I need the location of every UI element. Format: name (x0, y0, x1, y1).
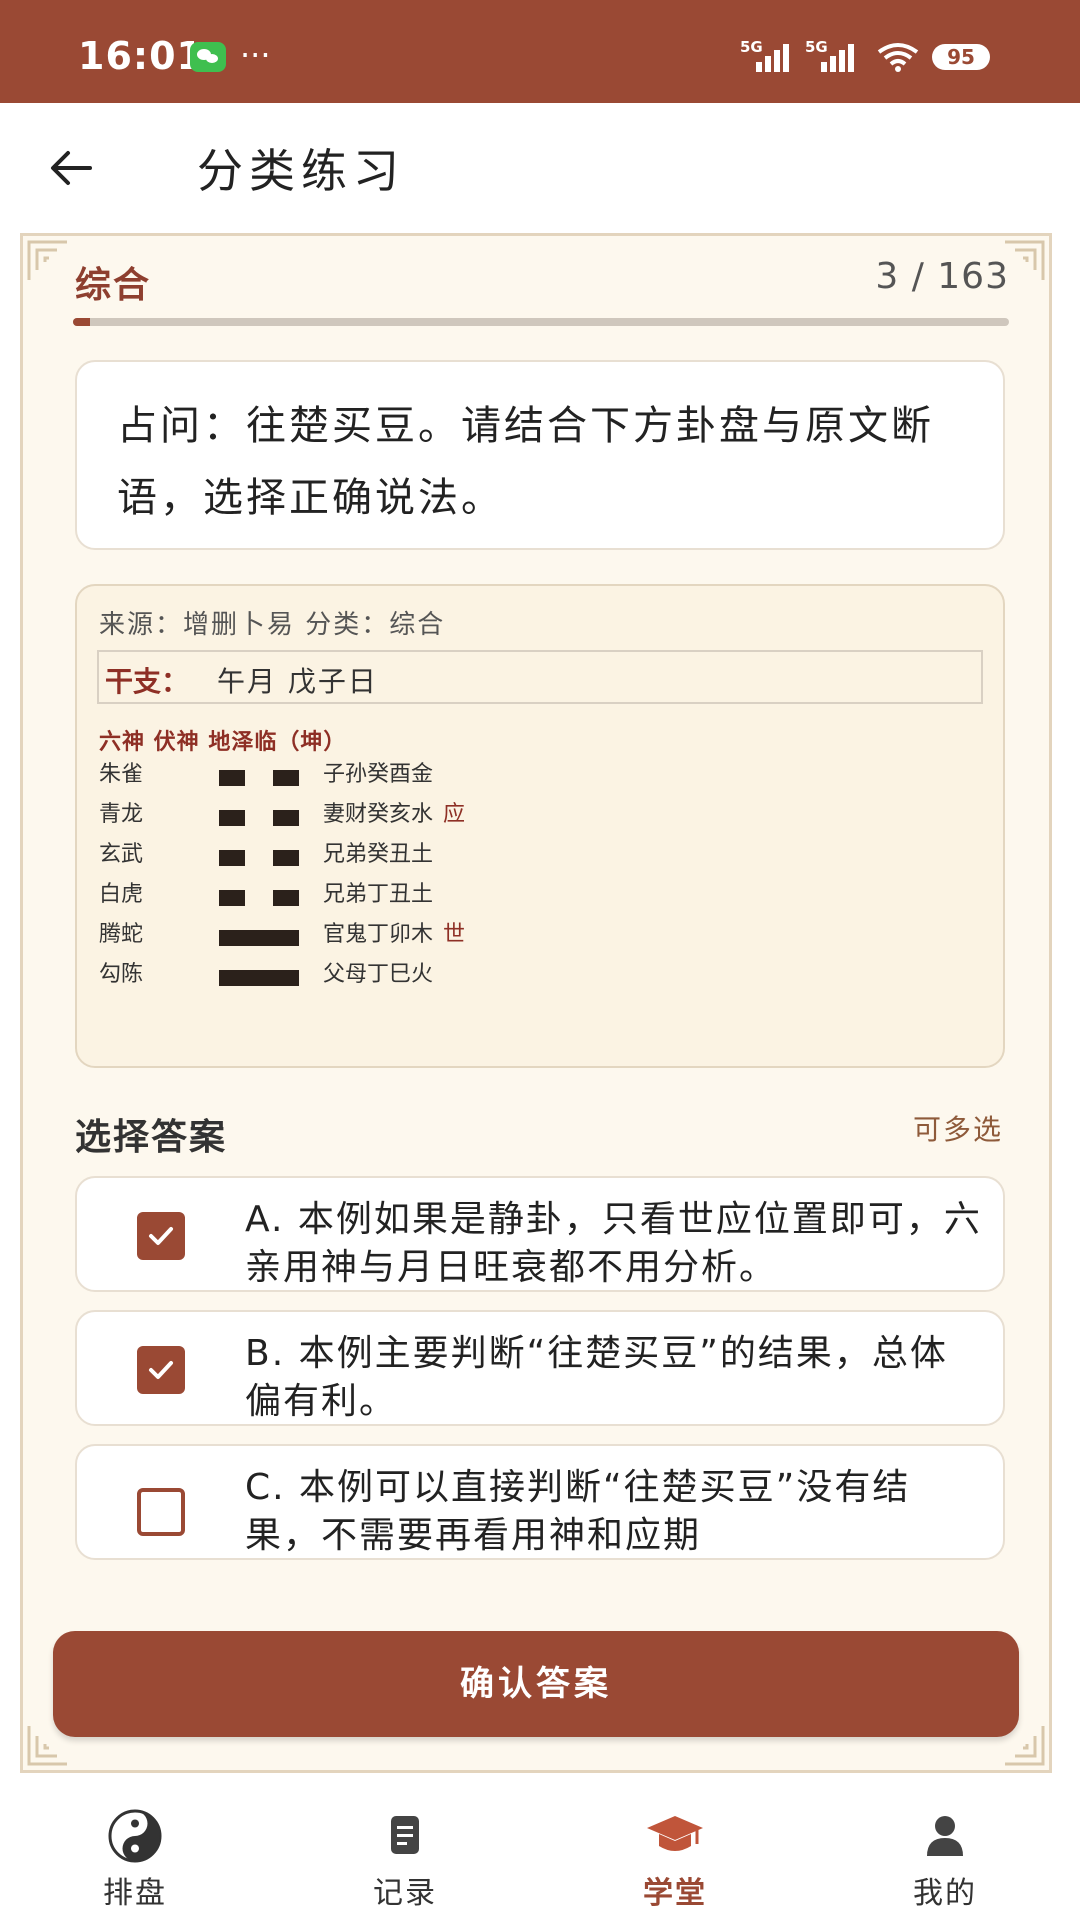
quiz-frame: 综合 3 / 163 占问：往楚买豆。请结合下方卦盘与原文断语，选择正确说法。 … (20, 233, 1052, 1773)
six-god-label: 青龙 (99, 802, 144, 827)
option-a[interactable]: A. 本例如果是静卦，只看世应位置即可，六亲用神与月日旺衰都不用分析。 (75, 1176, 1005, 1292)
status-bar: 16:01 ··· 5G 5G 95 (0, 0, 1080, 103)
relation-text: 父母丁巳火 (323, 962, 434, 987)
six-god-label: 勾陈 (99, 962, 144, 987)
six-god-label: 白虎 (99, 882, 144, 907)
shi-ying-mark: 应 (443, 802, 466, 827)
more-notifications-icon: ··· (240, 36, 271, 74)
nav-item-school[interactable]: 学堂 (540, 1782, 810, 1920)
document-icon (391, 1816, 419, 1854)
hexagram-card: 来源：增删卜易 分类：综合 干支： 午月 戊子日 六神 伏神 地泽临（坤） 朱雀… (75, 584, 1005, 1068)
hexagram-line-row: 白虎 兄弟丁丑土 (99, 876, 979, 916)
nav-label: 排盘 (103, 1876, 167, 1911)
hexagram-line-row: 腾蛇 官鬼丁卯木世 (99, 916, 979, 956)
progress-counter: 3 / 163 (875, 256, 1009, 297)
question-card: 占问：往楚买豆。请结合下方卦盘与原文断语，选择正确说法。 (75, 360, 1005, 550)
six-relation-label: 官鬼丁卯木世 (323, 916, 465, 948)
option-text: B. 本例主要判断“往楚买豆”的结果，总体偏有利。 (245, 1333, 948, 1422)
options-list[interactable]: A. 本例如果是静卦，只看世应位置即可，六亲用神与月日旺衰都不用分析。 B. 本… (23, 1176, 1049, 1569)
nav-label: 记录 (373, 1876, 437, 1911)
question-text: 占问：往楚买豆。请结合下方卦盘与原文断语，选择正确说法。 (117, 403, 934, 521)
yang-line-icon (219, 930, 319, 946)
relation-text: 兄弟癸丑土 (323, 842, 434, 867)
progress-bar (73, 318, 1009, 326)
six-relation-label: 兄弟癸丑土 (323, 836, 433, 868)
answer-section-title: 选择答案 (75, 1117, 228, 1158)
nav-label: 学堂 (643, 1876, 707, 1911)
bottom-nav: 排盘 记录 学堂 我的 (0, 1782, 1080, 1920)
source-line: 来源：增删卜易 分类：综合 (99, 610, 446, 640)
six-god-label: 玄武 (99, 842, 144, 867)
relation-text: 妻财癸亥水 (323, 802, 434, 827)
option-text: C. 本例可以直接判断“往楚买豆”没有结果，不需要再看用神和应期 (245, 1467, 911, 1556)
relation-text: 子孙癸酉金 (323, 762, 434, 787)
six-god-label: 腾蛇 (99, 922, 144, 947)
yin-line-icon (219, 890, 319, 906)
wifi-icon (877, 43, 919, 72)
ganzhi-value: 午月 戊子日 (217, 665, 378, 698)
confirm-answer-button[interactable]: 确认答案 (53, 1631, 1019, 1737)
arrow-left-icon[interactable] (46, 143, 96, 193)
wechat-icon (190, 42, 226, 72)
signal-icon: 5G (740, 38, 796, 72)
checkbox-checked-icon[interactable] (137, 1212, 185, 1260)
option-text: A. 本例如果是静卦，只看世应位置即可，六亲用神与月日旺衰都不用分析。 (245, 1199, 982, 1288)
page-title: 分类练习 (197, 144, 405, 198)
nav-label: 我的 (913, 1876, 977, 1911)
hexagram-line-row: 勾陈 父母丁巳火 (99, 956, 979, 996)
multi-select-hint: 可多选 (912, 1113, 1003, 1146)
network-type-label: 5G (805, 38, 828, 56)
six-relation-label: 父母丁巳火 (323, 956, 433, 988)
taiji-icon (108, 1809, 162, 1863)
relation-text: 官鬼丁卯木 (323, 922, 434, 947)
hexagram-line-row: 朱雀 子孙癸酉金 (99, 756, 979, 796)
hexagram-line-row: 玄武 兄弟癸丑土 (99, 836, 979, 876)
category-label: 综合 (75, 265, 152, 306)
yin-line-icon (219, 810, 319, 826)
ganzhi-box: 干支： 午月 戊子日 (97, 650, 983, 704)
relation-text: 兄弟丁丑土 (323, 882, 434, 907)
status-time: 16:01 (78, 34, 204, 78)
six-relation-label: 妻财癸亥水应 (323, 796, 465, 828)
option-c[interactable]: C. 本例可以直接判断“往楚买豆”没有结果，不需要再看用神和应期 (75, 1444, 1005, 1560)
option-b[interactable]: B. 本例主要判断“往楚买豆”的结果，总体偏有利。 (75, 1310, 1005, 1426)
signal-icon: 5G (805, 38, 861, 72)
progress-bar-fill (73, 318, 90, 326)
nav-item-profile[interactable]: 我的 (810, 1782, 1080, 1920)
yin-line-icon (219, 850, 319, 866)
six-god-label: 朱雀 (99, 762, 144, 787)
checkbox-unchecked-icon[interactable] (137, 1488, 185, 1536)
person-icon (927, 1816, 963, 1856)
hexagram-header: 六神 伏神 地泽临（坤） (99, 730, 347, 755)
hexagram-line-row: 青龙 妻财癸亥水应 (99, 796, 979, 836)
nav-item-records[interactable]: 记录 (270, 1782, 540, 1920)
nav-item-paipan[interactable]: 排盘 (0, 1782, 270, 1920)
six-relation-label: 兄弟丁丑土 (323, 876, 433, 908)
network-type-label: 5G (740, 38, 763, 56)
app-header: 分类练习 (0, 103, 1080, 228)
six-relation-label: 子孙癸酉金 (323, 756, 433, 788)
yin-line-icon (219, 770, 319, 786)
shi-ying-mark: 世 (443, 922, 466, 947)
graduation-cap-icon (647, 1816, 703, 1851)
yang-line-icon (219, 970, 319, 986)
checkbox-checked-icon[interactable] (137, 1346, 185, 1394)
battery-icon: 95 (932, 44, 990, 70)
ganzhi-label: 干支： (105, 665, 190, 698)
